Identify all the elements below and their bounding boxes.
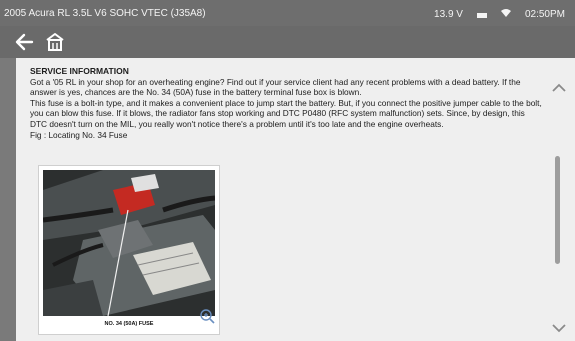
wifi-icon — [500, 8, 511, 20]
vehicle-title: 2005 Acura RL 3.5L V6 SOHC VTEC (J35A8) — [4, 8, 206, 19]
article-paragraph: This fuse is a bolt-in type, and it make… — [30, 97, 542, 129]
article-body: SERVICE INFORMATION Got a '05 RL in your… — [30, 66, 542, 140]
chevron-up-icon — [552, 83, 566, 92]
content-panel: SERVICE INFORMATION Got a '05 RL in your… — [16, 58, 575, 341]
status-bar: 2005 Acura RL 3.5L V6 SOHC VTEC (J35A8) … — [0, 0, 575, 26]
scroll-up-button[interactable] — [551, 80, 567, 92]
back-button[interactable] — [14, 31, 36, 53]
clock: 02:50PM — [524, 8, 565, 20]
status-indicators: 13.9 V 02:50PM — [434, 8, 565, 20]
article-paragraph: Got a '05 RL in your shop for an overhea… — [30, 76, 521, 98]
home-button[interactable] — [44, 31, 66, 53]
voltage-readout: 13.9 V — [434, 8, 463, 20]
zoom-in-icon[interactable] — [199, 308, 215, 324]
nav-bar — [0, 26, 575, 58]
back-arrow-icon — [15, 33, 34, 51]
battery-icon — [476, 12, 487, 18]
home-icon — [46, 33, 64, 51]
figure-caption: NO. 34 (50A) FUSE — [104, 321, 154, 327]
chevron-down-icon — [552, 324, 566, 333]
article-heading: SERVICE INFORMATION — [30, 66, 129, 76]
figure-image[interactable]: NO. 34 (50A) FUSE — [38, 165, 220, 335]
scroll-down-button[interactable] — [551, 320, 567, 333]
scrollbar-thumb[interactable] — [555, 156, 560, 264]
fuse-box-photo — [43, 170, 215, 316]
figure-label: Fig : Locating No. 34 Fuse — [30, 129, 128, 140]
